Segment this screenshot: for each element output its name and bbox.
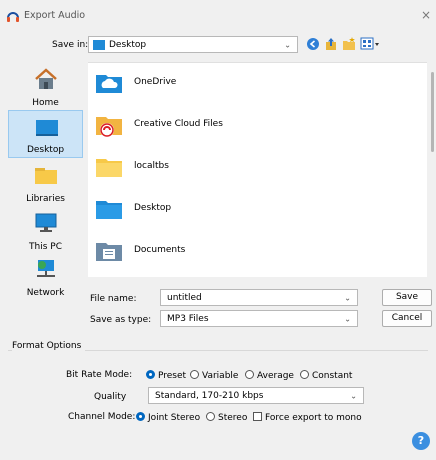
radio-average[interactable]: Average <box>245 370 294 381</box>
file-name: Documents <box>134 245 186 255</box>
place-label: Home <box>32 98 59 108</box>
place-label: Libraries <box>26 194 65 204</box>
channel-mode-label: Channel Mode: <box>68 412 136 422</box>
up-folder-icon[interactable] <box>324 37 338 51</box>
quality-dropdown[interactable]: Standard, 170-210 kbps ⌄ <box>148 387 364 404</box>
radio-joint-stereo[interactable]: Joint Stereo <box>136 412 200 423</box>
format-options-title: Format Options <box>12 341 86 351</box>
close-icon[interactable]: × <box>421 8 431 22</box>
quality-label: Quality <box>94 392 127 402</box>
list-item[interactable]: Desktop <box>88 189 427 229</box>
radio-selected-icon[interactable] <box>136 412 145 421</box>
documents-folder-icon <box>96 243 122 261</box>
creative-cloud-folder-icon <box>96 117 122 137</box>
title-bar: Export Audio × <box>0 0 436 30</box>
place-this-pc[interactable]: This PC <box>8 206 83 254</box>
radio-selected-icon[interactable] <box>146 370 155 379</box>
checkbox-icon[interactable] <box>253 412 262 421</box>
desktop-icon <box>36 120 58 136</box>
vertical-scrollbar[interactable] <box>429 62 436 276</box>
network-icon <box>37 260 55 277</box>
radio-preset[interactable]: Preset <box>146 370 186 381</box>
file-name: localtbs <box>134 161 169 171</box>
this-pc-icon <box>35 213 57 232</box>
chevron-down-icon: ⌄ <box>344 314 351 323</box>
back-icon[interactable] <box>306 37 320 51</box>
new-folder-icon[interactable] <box>342 37 356 51</box>
audacity-app-icon <box>7 12 19 22</box>
save-as-type-label: Save as type: <box>90 315 152 325</box>
save-as-type-value: MP3 Files <box>167 313 209 324</box>
file-name-label: File name: <box>90 294 137 304</box>
list-item[interactable]: localtbs <box>88 147 427 187</box>
chevron-down-icon: ⌄ <box>350 391 357 400</box>
list-item[interactable]: Creative Cloud Files <box>88 105 427 145</box>
save-as-type-dropdown[interactable]: MP3 Files ⌄ <box>160 310 358 327</box>
file-name: Desktop <box>134 203 172 213</box>
place-label: Desktop <box>26 145 65 155</box>
radio-icon[interactable] <box>206 412 215 421</box>
place-libraries[interactable]: Libraries <box>8 158 83 206</box>
save-in-label: Save in: <box>52 40 89 50</box>
home-icon <box>35 68 57 89</box>
list-item[interactable]: Documents <box>88 231 427 271</box>
scrollbar-thumb[interactable] <box>431 72 434 152</box>
place-network[interactable]: Network <box>8 252 83 300</box>
file-list: OneDrive Creative Cloud Files localtbs D… <box>88 62 427 277</box>
place-home[interactable]: Home <box>8 62 83 110</box>
force-mono-checkbox[interactable]: Force export to mono <box>253 412 362 423</box>
places-sidebar: Home Desktop Libraries This PC Network <box>8 62 83 298</box>
help-icon[interactable]: ? <box>412 432 430 450</box>
chevron-down-icon: ⌄ <box>284 40 291 49</box>
desktop-folder-icon <box>96 201 122 219</box>
radio-icon[interactable] <box>245 370 254 379</box>
list-item[interactable]: OneDrive <box>88 63 427 103</box>
view-menu-icon[interactable] <box>360 37 382 51</box>
window-title: Export Audio <box>24 10 86 21</box>
place-desktop[interactable]: Desktop <box>8 110 83 158</box>
onedrive-folder-icon <box>96 75 122 93</box>
save-in-dropdown[interactable]: Desktop ⌄ <box>88 36 298 53</box>
radio-icon[interactable] <box>300 370 309 379</box>
cancel-button[interactable]: Cancel <box>382 310 432 327</box>
desktop-small-icon <box>93 40 105 50</box>
bit-rate-mode-label: Bit Rate Mode: <box>66 370 133 380</box>
radio-constant[interactable]: Constant <box>300 370 352 381</box>
file-name-input[interactable]: untitled ⌄ <box>160 289 358 306</box>
radio-icon[interactable] <box>190 370 199 379</box>
quality-value: Standard, 170-210 kbps <box>155 390 264 401</box>
place-label: Network <box>26 288 65 298</box>
folder-icon <box>96 159 122 177</box>
chevron-down-icon[interactable]: ⌄ <box>344 293 351 302</box>
save-in-value: Desktop <box>109 39 147 50</box>
file-name: Creative Cloud Files <box>134 119 223 129</box>
libraries-icon <box>35 168 57 184</box>
file-name: OneDrive <box>134 77 177 87</box>
save-button[interactable]: Save <box>382 289 432 306</box>
radio-variable[interactable]: Variable <box>190 370 238 381</box>
place-label: This PC <box>29 242 62 252</box>
list-item[interactable] <box>88 271 427 277</box>
radio-stereo[interactable]: Stereo <box>206 412 247 423</box>
file-name-value: untitled <box>167 292 202 303</box>
